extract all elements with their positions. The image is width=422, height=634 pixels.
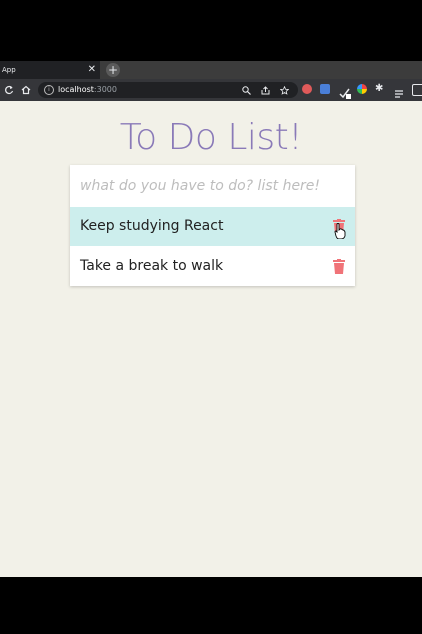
url-text[interactable]: localhost:3000 <box>58 82 117 98</box>
bookmark-star-icon[interactable] <box>278 82 290 98</box>
app-page: To Do List! Keep studying React Take a b… <box>0 101 422 577</box>
todo-item[interactable]: Take a break to walk <box>70 247 355 286</box>
home-icon[interactable] <box>19 82 33 98</box>
todo-card: Keep studying React Take a break to walk <box>70 165 355 286</box>
trash-icon[interactable] <box>333 259 345 274</box>
letterbox-bottom <box>0 577 422 634</box>
url-host: localhost <box>58 85 94 94</box>
tab-close-icon[interactable]: ✕ <box>88 61 96 79</box>
extension-check-icon[interactable] <box>339 84 351 99</box>
extensions-puzzle-icon[interactable]: ✱ <box>375 84 385 94</box>
browser-tab[interactable]: App ✕ <box>0 61 100 79</box>
hand-pointer-icon <box>334 223 346 239</box>
zoom-icon[interactable] <box>240 82 252 98</box>
page-title: To Do List! <box>119 117 303 158</box>
todo-item[interactable]: Keep studying React <box>70 207 355 246</box>
side-panel-icon[interactable] <box>412 84 422 96</box>
reload-icon[interactable] <box>2 82 16 98</box>
todo-item-text: Keep studying React <box>80 218 224 234</box>
url-port: :3000 <box>93 85 117 94</box>
address-bar[interactable]: i localhost:3000 <box>38 82 298 98</box>
new-tab-button[interactable]: + <box>106 63 120 77</box>
extension-color-icon[interactable] <box>357 84 367 94</box>
extension-translate-icon[interactable] <box>320 84 330 94</box>
todo-item-text: Take a break to walk <box>80 258 224 274</box>
tab-bar: App ✕ + <box>0 61 422 79</box>
site-info-icon[interactable]: i <box>44 85 54 95</box>
tab-title: App <box>2 66 16 74</box>
browser-toolbar: i localhost:3000 ✱ <box>0 79 422 101</box>
extension-record-icon[interactable] <box>302 84 312 94</box>
share-icon[interactable] <box>259 82 271 98</box>
todo-input[interactable] <box>70 165 355 207</box>
reading-list-icon[interactable] <box>394 84 404 98</box>
